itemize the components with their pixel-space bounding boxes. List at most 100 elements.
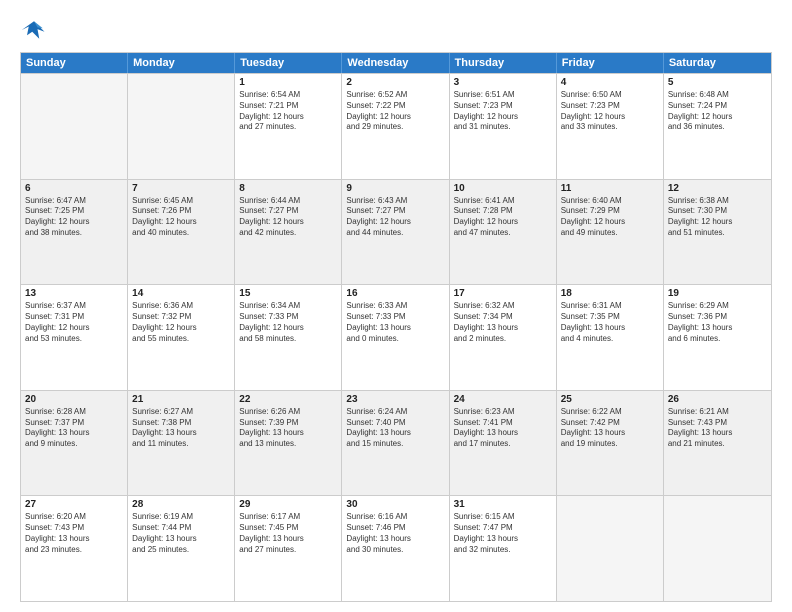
day-number: 16	[346, 288, 444, 299]
day-number: 7	[132, 183, 230, 194]
cell-detail: Sunrise: 6:52 AM Sunset: 7:22 PM Dayligh…	[346, 90, 444, 133]
cell-detail: Sunrise: 6:34 AM Sunset: 7:33 PM Dayligh…	[239, 301, 337, 344]
day-number: 3	[454, 77, 552, 88]
table-row: 31 Sunrise: 6:15 AM Sunset: 7:47 PM Dayli…	[450, 496, 557, 601]
cell-detail: Sunrise: 6:47 AM Sunset: 7:25 PM Dayligh…	[25, 196, 123, 239]
table-row: 28 Sunrise: 6:19 AM Sunset: 7:44 PM Dayli…	[128, 496, 235, 601]
cell-detail: Sunrise: 6:16 AM Sunset: 7:46 PM Dayligh…	[346, 512, 444, 555]
day-number: 5	[668, 77, 767, 88]
table-row: 17 Sunrise: 6:32 AM Sunset: 7:34 PM Dayli…	[450, 285, 557, 390]
calendar-row: 1 Sunrise: 6:54 AM Sunset: 7:21 PM Daylig…	[21, 73, 771, 179]
day-number: 21	[132, 394, 230, 405]
cell-detail: Sunrise: 6:29 AM Sunset: 7:36 PM Dayligh…	[668, 301, 767, 344]
table-row: 24 Sunrise: 6:23 AM Sunset: 7:41 PM Dayli…	[450, 391, 557, 496]
cell-detail: Sunrise: 6:17 AM Sunset: 7:45 PM Dayligh…	[239, 512, 337, 555]
table-row: 11Sunrise: 6:40 AM Sunset: 7:29 PM Dayli…	[557, 180, 664, 285]
calendar-header-cell: Thursday	[450, 53, 557, 73]
table-row: 30 Sunrise: 6:16 AM Sunset: 7:46 PM Dayli…	[342, 496, 449, 601]
cell-detail: Sunrise: 6:36 AM Sunset: 7:32 PM Dayligh…	[132, 301, 230, 344]
calendar: SundayMondayTuesdayWednesdayThursdayFrid…	[20, 52, 772, 602]
table-row	[557, 496, 664, 601]
cell-detail: Sunrise: 6:45 AM Sunset: 7:26 PM Dayligh…	[132, 196, 230, 239]
day-number: 14	[132, 288, 230, 299]
header	[20, 16, 772, 44]
cell-detail: Sunrise: 6:27 AM Sunset: 7:38 PM Dayligh…	[132, 407, 230, 450]
table-row: 18 Sunrise: 6:31 AM Sunset: 7:35 PM Dayli…	[557, 285, 664, 390]
cell-detail: Sunrise: 6:23 AM Sunset: 7:41 PM Dayligh…	[454, 407, 552, 450]
table-row: 25 Sunrise: 6:22 AM Sunset: 7:42 PM Dayli…	[557, 391, 664, 496]
day-number: 19	[668, 288, 767, 299]
table-row: 29Sunrise: 6:17 AM Sunset: 7:45 PM Dayli…	[235, 496, 342, 601]
day-number: 13	[25, 288, 123, 299]
table-row: 5 Sunrise: 6:48 AM Sunset: 7:24 PM Daylig…	[664, 74, 771, 179]
cell-detail: Sunrise: 6:33 AM Sunset: 7:33 PM Dayligh…	[346, 301, 444, 344]
table-row: 16 Sunrise: 6:33 AM Sunset: 7:33 PM Dayli…	[342, 285, 449, 390]
cell-detail: Sunrise: 6:21 AM Sunset: 7:43 PM Dayligh…	[668, 407, 767, 450]
day-number: 30	[346, 499, 444, 510]
day-number: 17	[454, 288, 552, 299]
day-number: 6	[25, 183, 123, 194]
calendar-header-cell: Friday	[557, 53, 664, 73]
day-number: 1	[239, 77, 337, 88]
table-row	[128, 74, 235, 179]
logo-bird-icon	[20, 16, 48, 44]
cell-detail: Sunrise: 6:24 AM Sunset: 7:40 PM Dayligh…	[346, 407, 444, 450]
cell-detail: Sunrise: 6:51 AM Sunset: 7:23 PM Dayligh…	[454, 90, 552, 133]
day-number: 22	[239, 394, 337, 405]
table-row: 13 Sunrise: 6:37 AM Sunset: 7:31 PM Dayli…	[21, 285, 128, 390]
calendar-header-row: SundayMondayTuesdayWednesdayThursdayFrid…	[21, 53, 771, 73]
day-number: 28	[132, 499, 230, 510]
table-row: 22Sunrise: 6:26 AM Sunset: 7:39 PM Dayli…	[235, 391, 342, 496]
day-number: 31	[454, 499, 552, 510]
table-row: 7 Sunrise: 6:45 AM Sunset: 7:26 PM Daylig…	[128, 180, 235, 285]
cell-detail: Sunrise: 6:37 AM Sunset: 7:31 PM Dayligh…	[25, 301, 123, 344]
day-number: 20	[25, 394, 123, 405]
calendar-row: 27 Sunrise: 6:20 AM Sunset: 7:43 PM Dayli…	[21, 495, 771, 601]
table-row: 9 Sunrise: 6:43 AM Sunset: 7:27 PM Daylig…	[342, 180, 449, 285]
cell-detail: Sunrise: 6:31 AM Sunset: 7:35 PM Dayligh…	[561, 301, 659, 344]
day-number: 9	[346, 183, 444, 194]
table-row: 8Sunrise: 6:44 AM Sunset: 7:27 PM Daylig…	[235, 180, 342, 285]
cell-detail: Sunrise: 6:28 AM Sunset: 7:37 PM Dayligh…	[25, 407, 123, 450]
day-number: 2	[346, 77, 444, 88]
table-row: 23 Sunrise: 6:24 AM Sunset: 7:40 PM Dayli…	[342, 391, 449, 496]
table-row: 3 Sunrise: 6:51 AM Sunset: 7:23 PM Daylig…	[450, 74, 557, 179]
day-number: 23	[346, 394, 444, 405]
day-number: 25	[561, 394, 659, 405]
calendar-header-cell: Saturday	[664, 53, 771, 73]
cell-detail: Sunrise: 6:43 AM Sunset: 7:27 PM Dayligh…	[346, 196, 444, 239]
cell-detail: Sunrise: 6:41 AM Sunset: 7:28 PM Dayligh…	[454, 196, 552, 239]
day-number: 12	[668, 183, 767, 194]
cell-detail: Sunrise: 6:50 AM Sunset: 7:23 PM Dayligh…	[561, 90, 659, 133]
calendar-header-cell: Sunday	[21, 53, 128, 73]
cell-detail: Sunrise: 6:32 AM Sunset: 7:34 PM Dayligh…	[454, 301, 552, 344]
day-number: 24	[454, 394, 552, 405]
page: SundayMondayTuesdayWednesdayThursdayFrid…	[0, 0, 792, 612]
table-row: 10Sunrise: 6:41 AM Sunset: 7:28 PM Dayli…	[450, 180, 557, 285]
day-number: 15	[239, 288, 337, 299]
cell-detail: Sunrise: 6:20 AM Sunset: 7:43 PM Dayligh…	[25, 512, 123, 555]
cell-detail: Sunrise: 6:48 AM Sunset: 7:24 PM Dayligh…	[668, 90, 767, 133]
table-row: 20 Sunrise: 6:28 AM Sunset: 7:37 PM Dayli…	[21, 391, 128, 496]
table-row: 6 Sunrise: 6:47 AM Sunset: 7:25 PM Daylig…	[21, 180, 128, 285]
calendar-row: 6 Sunrise: 6:47 AM Sunset: 7:25 PM Daylig…	[21, 179, 771, 285]
table-row: 26 Sunrise: 6:21 AM Sunset: 7:43 PM Dayli…	[664, 391, 771, 496]
cell-detail: Sunrise: 6:22 AM Sunset: 7:42 PM Dayligh…	[561, 407, 659, 450]
calendar-body: 1 Sunrise: 6:54 AM Sunset: 7:21 PM Daylig…	[21, 73, 771, 601]
day-number: 27	[25, 499, 123, 510]
day-number: 8	[239, 183, 337, 194]
table-row: 14 Sunrise: 6:36 AM Sunset: 7:32 PM Dayli…	[128, 285, 235, 390]
table-row: 2 Sunrise: 6:52 AM Sunset: 7:22 PM Daylig…	[342, 74, 449, 179]
table-row: 4 Sunrise: 6:50 AM Sunset: 7:23 PM Daylig…	[557, 74, 664, 179]
table-row: 19 Sunrise: 6:29 AM Sunset: 7:36 PM Dayli…	[664, 285, 771, 390]
cell-detail: Sunrise: 6:19 AM Sunset: 7:44 PM Dayligh…	[132, 512, 230, 555]
calendar-row: 13 Sunrise: 6:37 AM Sunset: 7:31 PM Dayli…	[21, 284, 771, 390]
day-number: 18	[561, 288, 659, 299]
cell-detail: Sunrise: 6:54 AM Sunset: 7:21 PM Dayligh…	[239, 90, 337, 133]
day-number: 4	[561, 77, 659, 88]
table-row: 12Sunrise: 6:38 AM Sunset: 7:30 PM Dayli…	[664, 180, 771, 285]
day-number: 26	[668, 394, 767, 405]
calendar-header-cell: Wednesday	[342, 53, 449, 73]
calendar-header-cell: Monday	[128, 53, 235, 73]
cell-detail: Sunrise: 6:15 AM Sunset: 7:47 PM Dayligh…	[454, 512, 552, 555]
